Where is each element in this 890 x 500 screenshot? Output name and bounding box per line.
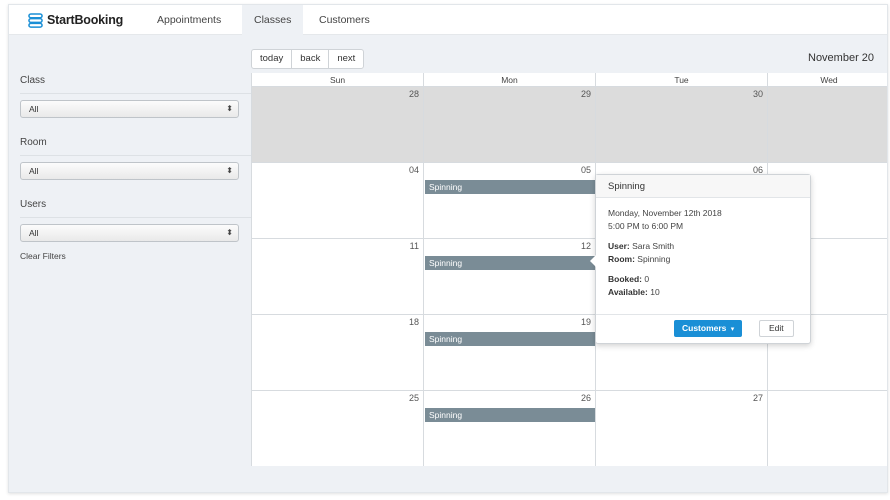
next-button[interactable]: next (329, 50, 363, 68)
class-event-spinning[interactable]: Spinning (425, 408, 595, 422)
calendar-day-cell[interactable]: 05 (424, 163, 596, 239)
calendar-day-cell[interactable]: 12 (424, 239, 596, 315)
nav-tab-classes[interactable]: Classes (242, 5, 304, 35)
event-available: Available: 10 (608, 286, 722, 299)
day-number: 18 (408, 317, 419, 327)
calendar-month-title: November 20 (808, 52, 875, 64)
day-header-mon: Mon (424, 73, 596, 87)
calendar-toolbar: today back next (251, 49, 365, 69)
available-value: 10 (650, 287, 660, 297)
divider (20, 93, 251, 94)
popover-divider (596, 314, 810, 315)
calendar-day-cell[interactable]: 28 (252, 87, 424, 163)
top-navbar: StartBooking Appointments Classes Custom… (9, 5, 887, 35)
class-filter-value: All (29, 104, 39, 114)
booked-value: 0 (644, 274, 650, 284)
user-value: Sara Smith (632, 241, 675, 251)
calendar-day-cell[interactable]: 25 (252, 391, 424, 466)
popover-body: Monday, November 12th 2018 5:00 PM to 6:… (608, 207, 722, 299)
startbooking-logo-icon (28, 12, 43, 28)
day-number: 19 (580, 317, 591, 327)
room-label: Room: (608, 254, 635, 264)
calendar-day-cell[interactable]: 04 (252, 163, 424, 239)
calendar-day-cell[interactable]: 19 (424, 315, 596, 391)
divider (20, 217, 251, 218)
caret-down-icon: ▾ (730, 326, 735, 333)
day-number: 29 (580, 89, 591, 99)
today-button[interactable]: today (252, 50, 293, 68)
user-label: User: (608, 241, 630, 251)
day-number: 30 (752, 89, 763, 99)
day-number: 11 (409, 241, 419, 251)
select-arrows-icon: ⬍ (226, 104, 233, 113)
day-number: 12 (580, 241, 591, 251)
calendar-day-cell[interactable]: 18 (252, 315, 424, 391)
calendar-day-cell[interactable]: 26 (424, 391, 596, 466)
day-header-tue: Tue (596, 73, 768, 87)
day-number: 27 (752, 393, 763, 403)
room-filter-select[interactable]: All ⬍ (20, 162, 239, 180)
popover-arrow (590, 255, 596, 267)
calendar-day-cell[interactable]: 30 (596, 87, 768, 163)
customers-dropdown-button[interactable]: Customers ▾ (674, 320, 743, 337)
class-filter-select[interactable]: All ⬍ (20, 100, 239, 118)
day-header-wed: Wed (768, 73, 887, 87)
divider (20, 155, 251, 156)
event-time: 5:00 PM to 6:00 PM (608, 221, 684, 231)
class-event-spinning[interactable]: Spinning (425, 256, 595, 270)
event-room: Room: Spinning (608, 253, 722, 266)
users-filter-select[interactable]: All ⬍ (20, 224, 239, 242)
nav-tab-customers[interactable]: Customers (307, 5, 382, 35)
day-number: 25 (408, 393, 419, 403)
calendar-day-cell[interactable]: 29 (424, 87, 596, 163)
popover-title: Spinning (596, 175, 810, 198)
clear-filters-link[interactable]: Clear Filters (20, 251, 66, 261)
day-number: 04 (408, 165, 419, 175)
calendar-day-cell[interactable]: 11 (252, 239, 424, 315)
room-value: Spinning (637, 254, 671, 264)
users-filter-value: All (29, 228, 39, 238)
calendar-day-cell[interactable]: 27 (596, 391, 768, 466)
available-label: Available: (608, 287, 648, 297)
back-button[interactable]: back (292, 50, 330, 68)
class-event-spinning[interactable]: Spinning (425, 180, 595, 194)
day-header-sun: Sun (252, 73, 424, 87)
room-filter-label: Room (20, 137, 47, 148)
edit-button[interactable]: Edit (759, 320, 794, 337)
select-arrows-icon: ⬍ (226, 166, 233, 175)
day-number: 05 (580, 165, 591, 175)
customers-button-label: Customers (682, 323, 727, 333)
class-event-spinning[interactable]: Spinning (425, 332, 595, 346)
filter-sidebar: Class All ⬍ Room All ⬍ Users All ⬍ Clear… (9, 35, 251, 492)
event-date: Monday, November 12th 2018 (608, 208, 722, 218)
brand[interactable]: StartBooking (28, 11, 123, 29)
brand-name: StartBooking (47, 13, 124, 27)
day-number: 26 (580, 393, 591, 403)
room-filter-value: All (29, 166, 39, 176)
booked-label: Booked: (608, 274, 642, 284)
class-filter-label: Class (20, 75, 46, 86)
nav-tab-appointments[interactable]: Appointments (145, 5, 233, 35)
users-filter-label: Users (20, 199, 47, 210)
select-arrows-icon: ⬍ (226, 228, 233, 237)
day-number: 28 (408, 89, 419, 99)
calendar-day-cell[interactable] (768, 391, 887, 466)
event-booked: Booked: 0 (608, 273, 722, 286)
event-user: User: Sara Smith (608, 240, 722, 253)
calendar-day-cell[interactable] (768, 87, 887, 163)
event-detail-popover: Spinning Monday, November 12th 2018 5:00… (590, 174, 811, 344)
